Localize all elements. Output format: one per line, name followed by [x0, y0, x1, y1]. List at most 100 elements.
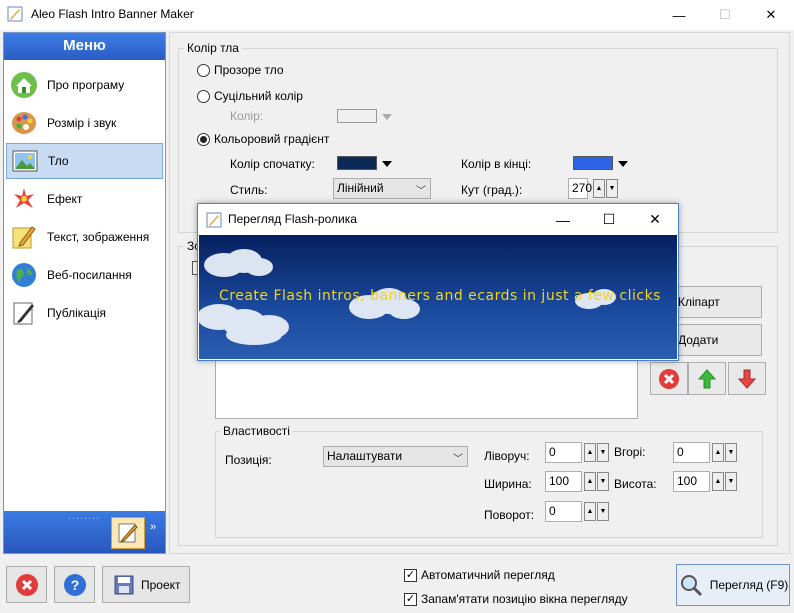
style-select[interactable]: Лінійний ﹀	[333, 178, 431, 199]
angle-input[interactable]: 270 ▲ ▼	[568, 178, 618, 199]
sidebar-item-background[interactable]: Тло	[6, 143, 163, 179]
rotate-stepper[interactable]: ▲ ▼	[583, 502, 609, 521]
start-color-swatch[interactable]	[337, 156, 377, 170]
spin-down-icon: ▼	[597, 472, 609, 491]
spin-up-icon: ▲	[593, 179, 605, 198]
home-icon	[9, 70, 39, 100]
spin-up-icon: ▲	[584, 443, 596, 462]
height-stepper[interactable]: ▲ ▼	[711, 472, 737, 491]
preview-window[interactable]: Перегляд Flash-ролика — ☐ ✕ Create Flash…	[197, 203, 679, 361]
sidebar-item-label: Веб-посилання	[47, 268, 132, 282]
spin-up-icon: ▲	[712, 472, 724, 491]
svg-text:?: ?	[70, 577, 79, 593]
sidebar-item-label: Розмір і звук	[47, 116, 117, 130]
angle-label: Кут (град.):	[461, 183, 523, 197]
project-button[interactable]: Проект	[102, 566, 190, 603]
width-value: 100	[549, 474, 570, 488]
solid-color-dropdown-icon[interactable]	[382, 114, 392, 120]
close-button[interactable]: ✕	[748, 0, 794, 30]
banner-text: Create Flash intros, banners and ecards …	[219, 288, 661, 304]
globe-icon	[9, 260, 39, 290]
style-value: Лінійний	[337, 181, 384, 195]
left-label: Ліворуч:	[484, 449, 530, 463]
sidebar-item-effect[interactable]: Ефект	[6, 181, 163, 217]
solid-color-swatch[interactable]	[337, 109, 377, 123]
picture-icon	[10, 146, 40, 176]
sidebar-item-publish[interactable]: Публікація	[6, 295, 163, 331]
sidebar-item-size-sound[interactable]: Розмір і звук	[6, 105, 163, 141]
chevron-down-icon: ﹀	[453, 454, 463, 465]
position-value: Налаштувати	[327, 449, 403, 463]
width-stepper[interactable]: ▲ ▼	[583, 472, 609, 491]
preview-maximize-button[interactable]: ☐	[586, 204, 632, 235]
maximize-button[interactable]: ☐	[702, 0, 748, 30]
quick-publish-button[interactable]	[111, 517, 145, 549]
top-input[interactable]: 0 ▲ ▼	[673, 442, 737, 463]
auto-preview-checkbox[interactable]: ✓ Автоматичний перегляд	[404, 568, 555, 582]
position-select[interactable]: Налаштувати ﹀	[323, 446, 468, 467]
more-chevron-icon[interactable]: »	[150, 521, 156, 533]
start-color-label: Колір спочатку:	[230, 157, 315, 171]
move-up-button[interactable]	[688, 362, 726, 395]
height-input[interactable]: 100 ▲ ▼	[673, 471, 737, 492]
spin-down-icon: ▼	[606, 179, 618, 198]
sidebar-item-about[interactable]: Про програму	[6, 67, 163, 103]
angle-value: 270	[572, 181, 593, 195]
add-label: Додати	[678, 333, 719, 347]
checkmark-icon: ✓	[404, 592, 417, 606]
sidebar-header: Меню	[4, 33, 165, 60]
sidebar-item-web-link[interactable]: Веб-посилання	[6, 257, 163, 293]
preview-title: Перегляд Flash-ролика	[228, 212, 357, 226]
preview-minimize-button[interactable]: —	[540, 204, 586, 235]
splitter-grip[interactable]: ········	[68, 513, 100, 523]
width-input[interactable]: 100 ▲ ▼	[545, 471, 609, 492]
solid-color-radio[interactable]: Суцільний колір	[197, 89, 303, 103]
transparent-radio[interactable]: Прозоре тло	[197, 63, 284, 77]
left-stepper[interactable]: ▲ ▼	[583, 443, 609, 462]
checkmark-icon: ✓	[404, 568, 417, 582]
flash-preview-stage: Create Flash intros, banners and ecards …	[199, 235, 677, 359]
angle-stepper[interactable]: ▲ ▼	[592, 179, 618, 198]
magnifier-icon	[680, 575, 702, 597]
background-color-legend: Колір тла	[184, 41, 242, 55]
style-label: Стиль:	[230, 183, 268, 197]
close-circle-icon	[15, 573, 38, 596]
publish-icon	[9, 298, 39, 328]
gradient-label: Кольоровий градієнт	[214, 132, 330, 146]
app-icon	[206, 212, 222, 228]
preview-close-button[interactable]: ✕	[632, 204, 678, 235]
spin-down-icon: ▼	[597, 502, 609, 521]
help-button[interactable]: ?	[54, 566, 95, 603]
save-disk-icon	[114, 575, 134, 594]
arrow-down-icon	[737, 369, 757, 389]
help-icon: ?	[63, 573, 86, 596]
window-title: Aleo Flash Intro Banner Maker	[31, 7, 194, 21]
sidebar-item-label: Публікація	[47, 306, 106, 320]
pencil-icon	[118, 523, 138, 543]
remember-position-checkbox[interactable]: ✓ Запам'ятати позицію вікна перегляду	[404, 592, 628, 606]
chevron-down-icon: ﹀	[416, 186, 426, 197]
radio-dot	[197, 89, 210, 103]
spin-down-icon: ▼	[597, 443, 609, 462]
start-color-dropdown-icon[interactable]	[382, 161, 392, 167]
left-input[interactable]: 0 ▲ ▼	[545, 442, 609, 463]
end-color-swatch[interactable]	[573, 156, 613, 170]
preview-title-bar[interactable]: Перегляд Flash-ролика — ☐ ✕	[198, 204, 678, 235]
preview-button[interactable]: Перегляд (F9)	[676, 564, 790, 606]
rotate-label: Поворот:	[484, 508, 535, 522]
sidebar-item-text-images[interactable]: Текст, зображення	[6, 219, 163, 255]
exit-button[interactable]	[6, 566, 47, 603]
spin-up-icon: ▲	[584, 502, 596, 521]
properties-legend: Властивості	[220, 424, 293, 438]
top-stepper[interactable]: ▲ ▼	[711, 443, 737, 462]
radio-dot	[197, 132, 210, 146]
transparent-label: Прозоре тло	[214, 63, 284, 77]
move-down-button[interactable]	[728, 362, 766, 395]
minimize-button[interactable]: —	[656, 0, 702, 30]
delete-button[interactable]	[650, 362, 688, 395]
gradient-radio[interactable]: Кольоровий градієнт	[197, 132, 329, 146]
delete-icon	[659, 368, 679, 389]
remember-position-label: Запам'ятати позицію вікна перегляду	[421, 592, 628, 606]
rotate-input[interactable]: 0 ▲ ▼	[545, 501, 609, 522]
end-color-dropdown-icon[interactable]	[618, 161, 628, 167]
